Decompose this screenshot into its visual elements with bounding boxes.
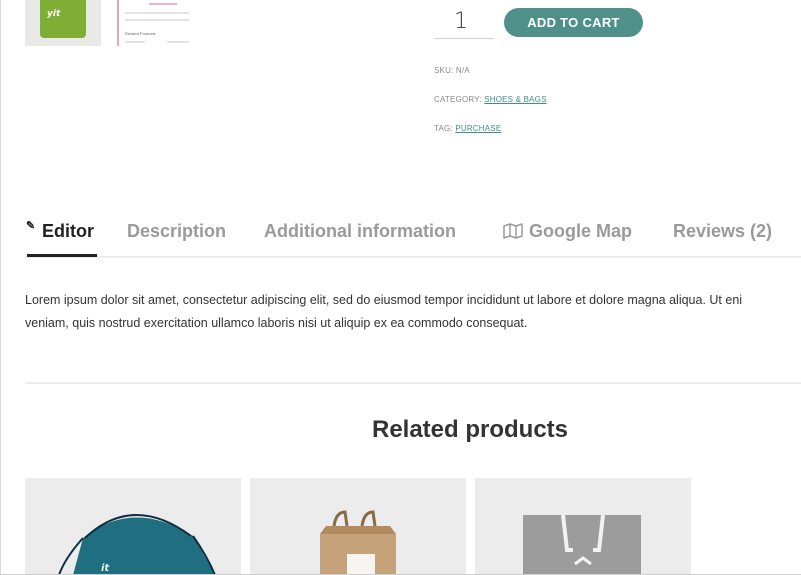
tab-editor-label: Editor: [42, 221, 94, 241]
quantity-input[interactable]: 1: [434, 6, 494, 39]
bag-logo: yit: [47, 9, 61, 19]
section-divider: [25, 382, 801, 384]
category-meta: CATEGORY: SHOES & BAGS: [434, 95, 547, 104]
tab-additional-information[interactable]: Additional information: [264, 221, 456, 242]
kraft-paper-bag-image: [320, 510, 396, 575]
product-thumbnail-2[interactable]: Related Products: [117, 0, 197, 46]
pencil-icon: ✎: [26, 220, 36, 232]
product-thumbnail-1[interactable]: yit: [25, 0, 101, 46]
tag-label: TAG:: [434, 124, 453, 133]
tag-meta: TAG: PURCHASE: [434, 124, 501, 133]
quantity-value: 1: [454, 9, 468, 34]
grey-tote-bag-image: [523, 514, 641, 575]
teal-bag-logo: it: [101, 563, 110, 574]
related-product-card[interactable]: [250, 478, 466, 575]
tab-content-text: Lorem ipsum dolor sit amet, consectetur …: [25, 289, 801, 335]
tab-google-map-label: Google Map: [529, 221, 632, 241]
related-products-title: Related products: [371, 416, 569, 443]
green-bag-image: yit: [40, 0, 86, 38]
description-line-1: Lorem ipsum dolor sit amet, consectetur …: [25, 293, 743, 307]
add-to-cart-button[interactable]: ADD TO CART: [504, 8, 643, 37]
tab-description[interactable]: Description: [127, 221, 226, 242]
related-product-card[interactable]: it: [25, 478, 241, 575]
map-icon: [503, 223, 523, 239]
sku-meta: SKU: N/A: [434, 66, 470, 75]
sku-label: SKU:: [434, 66, 454, 75]
tag-link[interactable]: PURCHASE: [455, 124, 501, 133]
tab-reviews[interactable]: Reviews (2): [673, 221, 772, 242]
tab-editor[interactable]: ✎ Editor: [26, 220, 94, 242]
frame-left-border: [0, 0, 1, 575]
sku-value: N/A: [455, 66, 470, 75]
description-line-2: veniam, quis nostrud exercitation ullamc…: [25, 316, 528, 330]
active-tab-indicator: [27, 254, 97, 257]
category-label: CATEGORY:: [434, 95, 482, 104]
teal-drawstring-bag-image: it: [58, 514, 216, 575]
thumbnail-heading: Related Products: [125, 31, 156, 36]
related-product-card[interactable]: [475, 478, 691, 575]
product-tabs: ✎ Editor Description Additional informat…: [25, 218, 801, 258]
tab-google-map[interactable]: Google Map: [503, 221, 632, 242]
category-link[interactable]: SHOES & BAGS: [484, 95, 546, 104]
